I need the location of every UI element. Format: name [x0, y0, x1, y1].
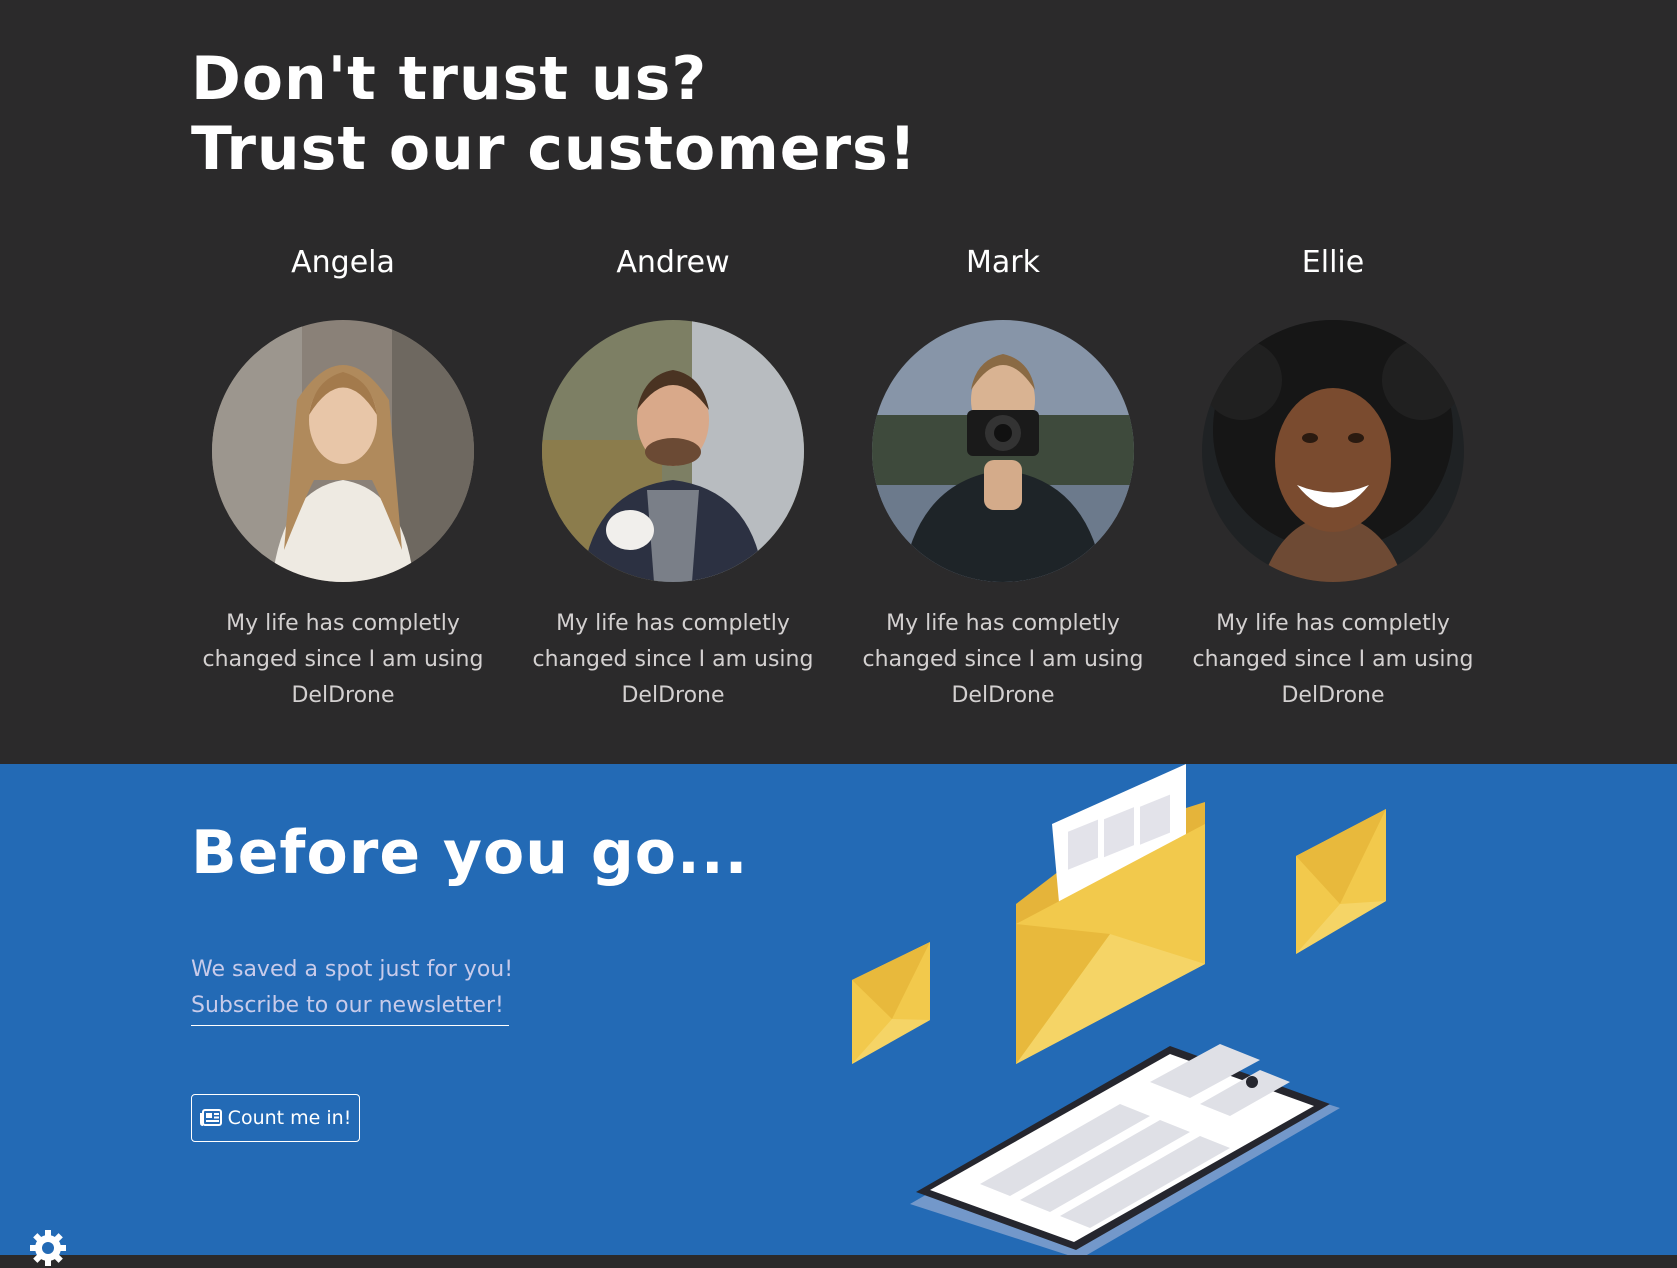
customer-photo-andrew	[542, 320, 804, 582]
customer-photo-mark	[872, 320, 1134, 582]
customer-card: Andrew My life has completly changed sin…	[523, 240, 823, 714]
count-me-in-label: Count me in!	[227, 1107, 352, 1129]
customer-photo-angela	[212, 320, 474, 582]
email-field[interactable]	[191, 990, 509, 1026]
customer-name: Mark	[966, 245, 1040, 280]
count-me-in-button[interactable]: Count me in!	[191, 1094, 360, 1142]
newsletter-line-1: We saved a spot just for you!	[191, 957, 514, 982]
envelope-large-icon	[1016, 764, 1205, 1064]
testimonials-section: Don't trust us? Trust our customers! Ang…	[0, 0, 1677, 764]
envelope-small-right-icon	[1296, 809, 1386, 954]
customer-quote: My life has completly changed since I am…	[202, 611, 484, 708]
envelope-small-left-icon	[852, 942, 930, 1064]
newsletter-illustration	[852, 764, 1386, 1255]
customer-card: Angela My life has completly changed sin…	[193, 240, 493, 714]
customer-name: Andrew	[616, 245, 730, 280]
customer-photo-ellie	[1202, 320, 1464, 582]
smartphone-icon	[910, 1044, 1340, 1255]
gear-icon[interactable]	[28, 1228, 68, 1268]
customer-name: Angela	[291, 245, 395, 280]
customer-card: Mark My life has completly changed since…	[853, 240, 1153, 714]
customer-card: Ellie My life has completly changed sinc…	[1183, 240, 1483, 714]
newspaper-icon	[199, 1109, 222, 1126]
customer-quote: My life has completly changed since I am…	[862, 611, 1144, 708]
customer-quote: My life has completly changed since I am…	[532, 611, 814, 708]
customer-name: Ellie	[1301, 245, 1365, 280]
customer-quote: My life has completly changed since I am…	[1192, 611, 1474, 708]
newsletter-title: Before you go...	[191, 818, 749, 888]
customer-list: Angela My life has completly changed sin…	[0, 0, 1677, 764]
